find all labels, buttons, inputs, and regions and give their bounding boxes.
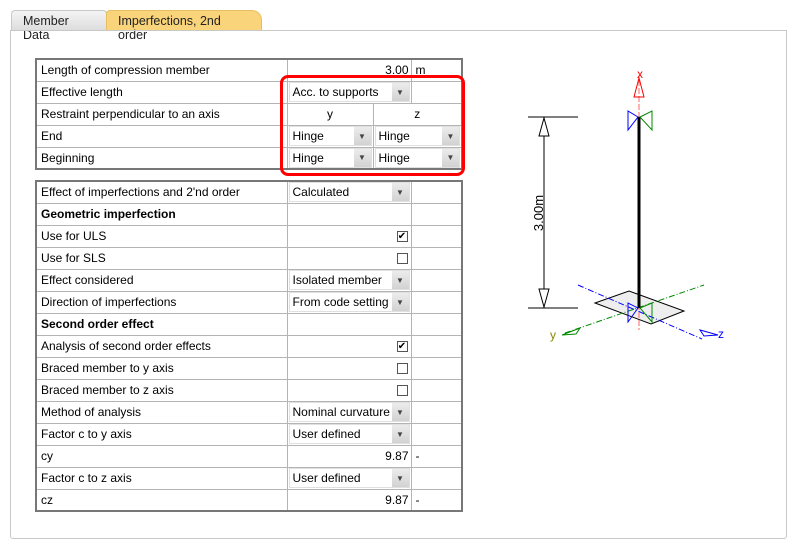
z-axis-label: z <box>718 327 724 341</box>
z-axis-arrow-icon <box>698 329 719 337</box>
dimension-label: 3.00m <box>531 195 546 231</box>
member-drawing: 3.00m x y z <box>528 67 724 342</box>
hinge-icon <box>639 110 653 132</box>
y-axis-label: y <box>550 328 556 342</box>
hinge-icon <box>627 110 639 132</box>
x-axis-label: x <box>637 67 643 81</box>
y-axis-arrow-icon <box>561 326 582 336</box>
